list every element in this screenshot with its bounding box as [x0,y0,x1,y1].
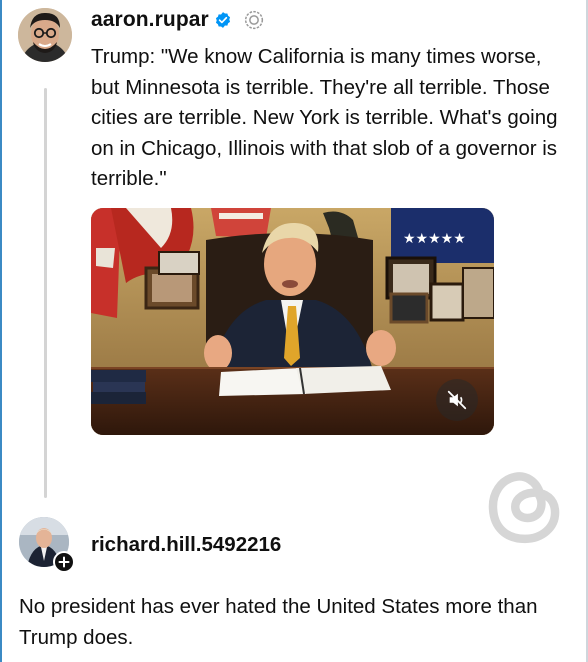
threads-badge-icon [244,10,264,30]
threads-logo-icon [488,472,560,544]
post-username[interactable]: aaron.rupar [91,8,209,32]
plus-icon [58,556,70,568]
reply-text: No president has ever hated the United S… [19,595,538,649]
window-border-left [0,0,2,662]
follow-button[interactable] [53,551,75,573]
svg-text:★★★★★: ★★★★★ [403,231,466,247]
mute-button[interactable] [436,379,478,421]
video-frame: ★★★★★ [91,208,494,435]
speaker-muted-icon [447,390,467,410]
post-video[interactable]: ★★★★★ [91,208,494,435]
avatar[interactable] [18,8,72,62]
post-text: Trump: "We know California is many times… [91,45,558,190]
thread-connector-line [44,88,47,498]
verified-badge-icon [215,12,231,28]
reply-username[interactable]: richard.hill.5492216 [91,533,281,557]
